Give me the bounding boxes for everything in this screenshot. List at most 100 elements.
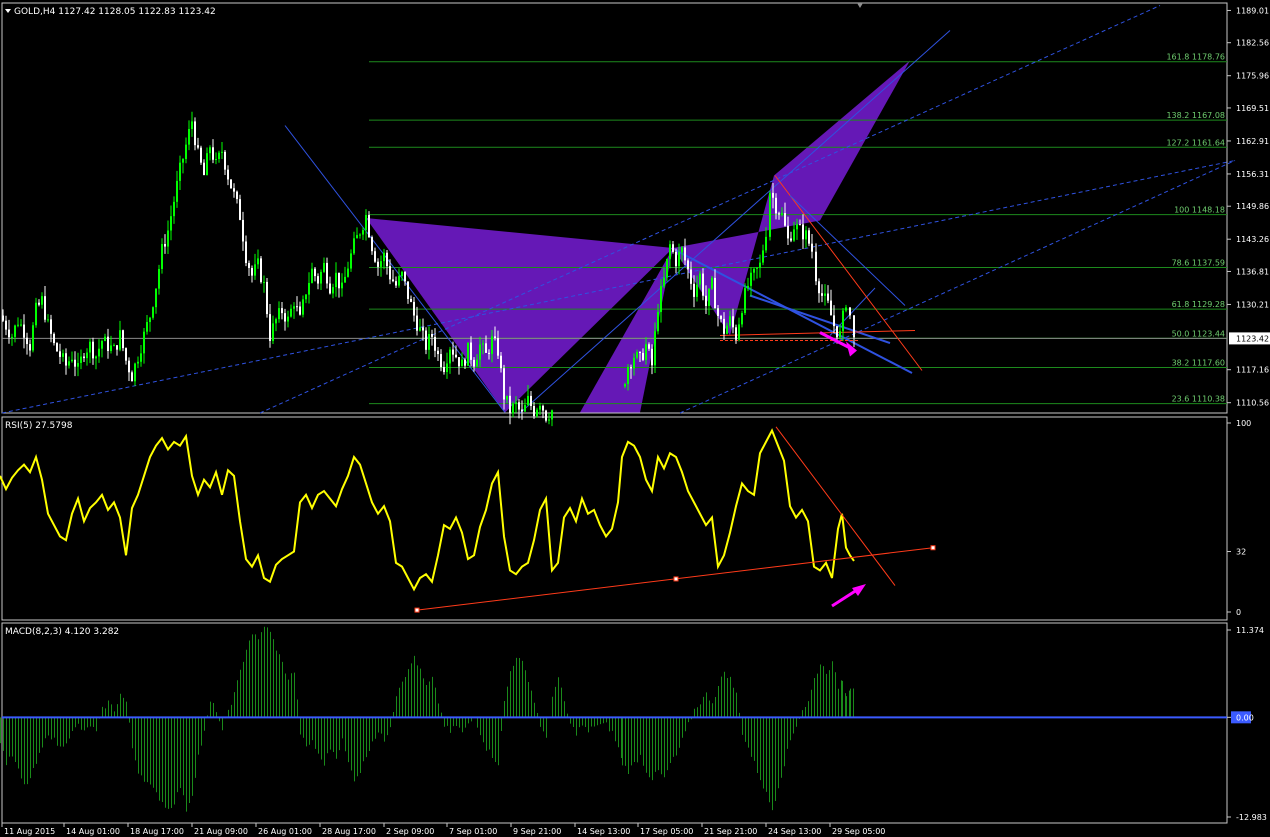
candle-bear [122,330,124,349]
candle-bear [413,301,415,316]
candle-bull [383,252,385,262]
candle-bull [11,336,13,338]
candle-bull [263,281,265,283]
candle-bear [470,342,472,360]
candle-bear [200,147,202,163]
candle-bull [726,325,728,334]
candle-bull [536,409,538,417]
candle-bull [86,352,88,359]
candle-bull [548,419,550,421]
candle-bear [530,395,532,406]
candle-bull [467,342,469,366]
candle-bear [245,241,247,264]
candle-bull [539,405,541,410]
candle-bull [182,158,184,163]
fib-level-label: 38.2 1117.60 [1172,359,1225,368]
time-axis-label: 29 Sep 05:00 [832,827,885,836]
time-axis-label: 21 Sep 21:00 [704,827,757,836]
candle-bull [134,363,136,382]
price-axis-label: 1149.86 [1236,202,1269,211]
price-axis-label: 1136.81 [1236,267,1269,276]
candle-bull [158,268,160,289]
candle-bear [416,315,418,331]
candle-bear [392,279,394,282]
candle-bear [717,308,719,316]
candle-bull [666,258,668,278]
candle-bull [272,323,274,341]
time-axis-label: 28 Aug 17:00 [322,827,376,836]
candle-bull [747,285,749,289]
time-axis-label: 14 Aug 01:00 [66,827,120,836]
candle-bear [687,260,689,270]
candle-bear [732,316,734,328]
candle-bear [464,359,466,366]
candle-bear [116,345,118,350]
candle-bull [353,238,355,254]
candle-bear [224,151,226,170]
candle-bull [173,201,175,217]
candle-bear [630,367,632,369]
candle-bear [775,197,777,214]
candle-bull [71,359,73,362]
candle-bear [266,281,268,315]
candle-bull [365,214,367,231]
candle-bull [146,322,148,332]
candle-bull [708,288,710,306]
candle-bear [787,225,789,239]
candle-bull [80,356,82,364]
candle-bull [110,345,112,352]
candle-bear [431,334,433,337]
candle-bull [275,319,277,324]
candle-bull [476,359,478,367]
candle-bull [290,308,292,317]
candle-bull [155,288,157,308]
candle-bull [750,272,752,286]
candle-bear [521,409,523,412]
candle-bear [488,352,490,354]
candle-bull [305,294,307,300]
candle-bull [627,367,629,385]
candle-bear [533,405,535,417]
candle-bear [395,281,397,286]
candle-bear [203,162,205,176]
candle-bear [642,352,644,360]
candle-bull [657,311,659,332]
price-axis-label: 1189.01 [1236,6,1269,15]
candle-bear [296,306,298,308]
fib-level-label: 50.0 1123.44 [1172,329,1225,338]
candle-bull [302,299,304,315]
candle-bear [542,405,544,411]
candle-bear [784,213,786,226]
time-axis-label: 7 Sep 01:00 [449,827,497,836]
rsi-trendline-anchor [673,576,679,582]
candle-bear [672,244,674,252]
macd-axis-label: 0.00 [1236,713,1254,722]
candle-bear [368,214,370,238]
candle-bear [83,356,85,359]
chart-canvas: 161.8 1178.76 138.2 1167.08 127.2 1161.64 1… [0,0,1270,837]
time-axis-label: 14 Sep 13:00 [577,827,630,836]
price-axis-label: 1130.21 [1236,300,1269,309]
candle-bull [14,325,16,337]
candle-bear [329,283,331,294]
rsi-trendline-anchor [414,607,420,613]
candle-bull [845,307,847,311]
fib-level-label: 100 1148.18 [1174,206,1225,215]
candle-bear [59,351,61,357]
candle-bear [239,199,241,220]
rsi-panel-title: RSI(5) 27.5798 [5,421,73,431]
candle-bear [314,268,316,277]
candle-bear [233,188,235,192]
candle-bear [212,147,214,160]
candle-bear [639,352,641,354]
candle-bull [185,144,187,159]
candle-bull [206,153,208,176]
candle-bear [720,315,722,319]
candle-bear [242,219,244,242]
candle-bear [545,410,547,421]
candle-bear [389,266,391,280]
candle-bear [53,333,55,344]
rsi-trendline-anchor [930,545,936,551]
candle-bull [663,277,665,287]
time-axis-label: 11 Aug 2015 [4,827,55,836]
